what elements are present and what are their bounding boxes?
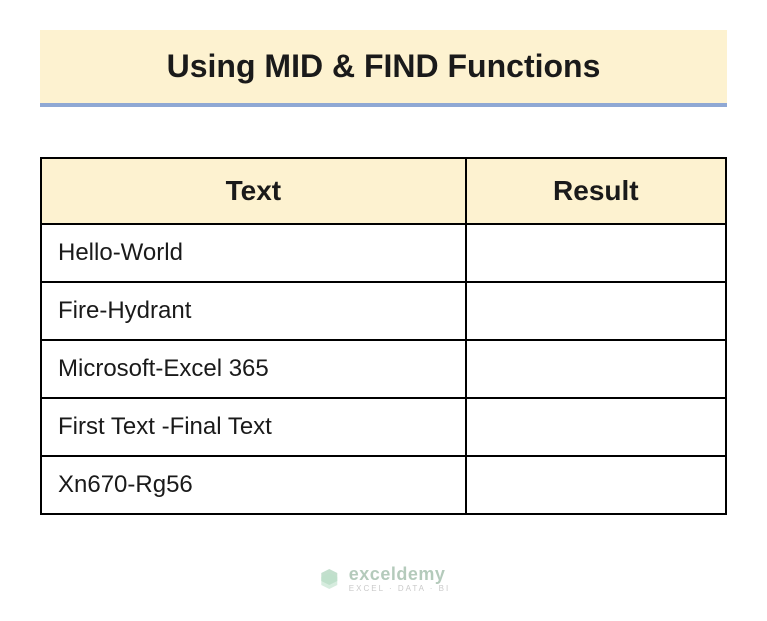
table-row: Fire-Hydrant <box>41 282 726 340</box>
watermark-text-block: exceldemy EXCEL · DATA · BI <box>349 565 450 593</box>
data-table: Text Result Hello-World Fire-Hydrant Mic… <box>40 157 727 515</box>
table-row: First Text -Final Text <box>41 398 726 456</box>
cell-text: Hello-World <box>41 224 466 282</box>
table-row: Xn670-Rg56 <box>41 456 726 514</box>
logo-icon <box>317 567 341 591</box>
page-title: Using MID & FIND Functions <box>60 48 707 85</box>
title-banner: Using MID & FIND Functions <box>40 30 727 107</box>
watermark-tagline: EXCEL · DATA · BI <box>349 585 450 593</box>
cell-text: Xn670-Rg56 <box>41 456 466 514</box>
cell-result <box>466 224 726 282</box>
table-row: Hello-World <box>41 224 726 282</box>
header-result: Result <box>466 158 726 224</box>
cell-text: First Text -Final Text <box>41 398 466 456</box>
watermark: exceldemy EXCEL · DATA · BI <box>317 565 450 593</box>
cell-text: Microsoft-Excel 365 <box>41 340 466 398</box>
table-row: Microsoft-Excel 365 <box>41 340 726 398</box>
cell-result <box>466 456 726 514</box>
cell-text: Fire-Hydrant <box>41 282 466 340</box>
cell-result <box>466 340 726 398</box>
table-header-row: Text Result <box>41 158 726 224</box>
cell-result <box>466 282 726 340</box>
cell-result <box>466 398 726 456</box>
header-text: Text <box>41 158 466 224</box>
watermark-brand: exceldemy <box>349 565 450 583</box>
